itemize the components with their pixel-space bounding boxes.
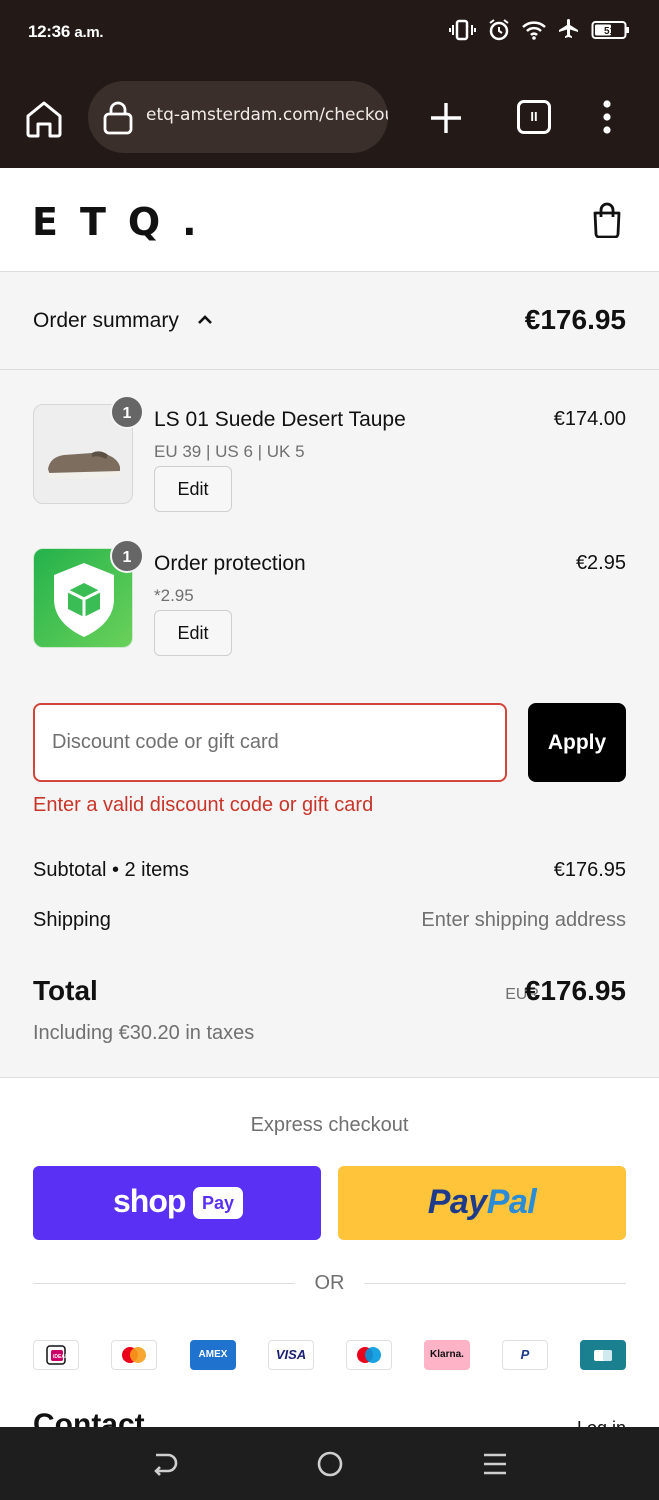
recents-icon [484,1453,506,1475]
home-icon [26,101,62,138]
line-item: 1 Order protection *2.95 €2.95 Edit [0,539,659,658]
browser-toolbar: etq-amsterdam.com/checkout II [0,66,659,168]
url-text[interactable]: etq-amsterdam.com/checkout [146,105,388,125]
ideal-label: iDEAL [53,1354,68,1360]
address-bar[interactable]: etq-amsterdam.com/checkout [88,81,388,153]
total-value: €176.95 [524,975,626,1006]
ideal-icon: iDEAL [33,1340,79,1370]
paypal-logo-part1: Pay [427,1183,488,1221]
payment-methods: iDEAL AMEX VISA Klarna. P [33,1340,626,1370]
total-label: Total [33,975,98,1006]
shipping-label: Shipping [33,909,111,931]
paypal-logo: PayPal [338,1183,626,1222]
subtotal-label: Subtotal • 2 items [33,859,189,881]
edit-button[interactable]: Edit [154,466,232,512]
cart-button[interactable] [590,202,624,243]
express-checkout-title: Express checkout [250,1114,409,1136]
browser-menu-button[interactable] [597,98,617,141]
system-nav-bar [0,1427,659,1500]
item-variant: EU 39 | US 6 | UK 5 [154,442,305,461]
status-time-value: 12:36 [28,22,70,41]
subtotal-value: €176.95 [553,859,626,881]
status-time: 12:36 a.m. [28,22,104,42]
mastercard-icon [111,1340,157,1370]
line-item: 1 LS 01 Suede Desert Taupe EU 39 | US 6 … [0,395,659,514]
battery-icon: 51 [591,21,629,39]
shop-pay-logo: shop [113,1183,186,1219]
more-vertical-icon [603,100,611,134]
visa-label: VISA [275,1347,307,1362]
edit-button[interactable]: Edit [154,610,232,656]
home-nav-button[interactable] [315,1449,345,1484]
vibrate-icon [449,19,476,41]
back-icon [154,1453,178,1476]
recents-button[interactable] [480,1449,510,1484]
discount-code-input[interactable] [33,703,507,782]
site-header: ETQ. [0,168,659,272]
wifi-icon [522,21,546,40]
visa-icon: VISA [268,1340,314,1370]
circle-home-icon [317,1451,343,1477]
tabs-button[interactable]: II [517,100,551,134]
lock-icon [103,101,133,135]
item-price: €174.00 [553,408,626,430]
home-button[interactable] [22,98,66,138]
status-ampm: a.m. [74,24,104,41]
airplane-icon [559,19,578,38]
order-summary-toggle[interactable]: Order summary €176.95 [0,272,659,370]
amex-label: AMEX [198,1349,228,1360]
quantity-badge: 1 [110,539,144,573]
status-icons: 51 [449,18,631,42]
discount-error-message: Enter a valid discount code or gift card [33,794,374,816]
tax-note: Including €30.20 in taxes [33,1022,255,1044]
item-variant: *2.95 [154,586,194,605]
apply-discount-button[interactable]: Apply [528,703,626,782]
maestro-icon [346,1340,392,1370]
item-name: Order protection [154,552,306,575]
shop-pay-button[interactable]: shop Pay [33,1166,321,1240]
order-summary-total: €176.95 [524,304,626,335]
status-bar: 12:36 a.m. 51 [0,0,659,66]
klarna-icon: Klarna. [424,1340,470,1370]
alarm-icon [489,19,509,41]
order-summary: Order summary €176.95 1 LS 01 Suede Dese… [0,272,659,1078]
item-price: €2.95 [575,552,626,574]
quantity-badge: 1 [110,395,144,429]
battery-level: 51 [604,26,616,37]
or-divider: OR [33,1272,626,1296]
paypal-logo-part2: Pal [486,1183,537,1221]
cb-icon [580,1340,626,1370]
plus-icon [431,103,461,133]
klarna-label: Klarna. [430,1349,464,1360]
paypal-small-icon: P [502,1340,548,1370]
site-logo[interactable]: ETQ. [32,200,219,244]
item-name: LS 01 Suede Desert Taupe [154,408,406,431]
amex-icon: AMEX [190,1340,236,1370]
new-tab-button[interactable] [428,100,464,141]
paypal-button[interactable]: PayPal [338,1166,626,1240]
shipping-value: Enter shipping address [421,909,626,931]
order-summary-label[interactable]: Order summary [33,309,179,333]
shop-pay-pill: Pay [193,1187,243,1219]
shopping-bag-icon [593,202,621,239]
chevron-up-icon[interactable] [196,313,214,327]
divider-line [364,1283,626,1284]
back-button[interactable] [150,1449,180,1484]
